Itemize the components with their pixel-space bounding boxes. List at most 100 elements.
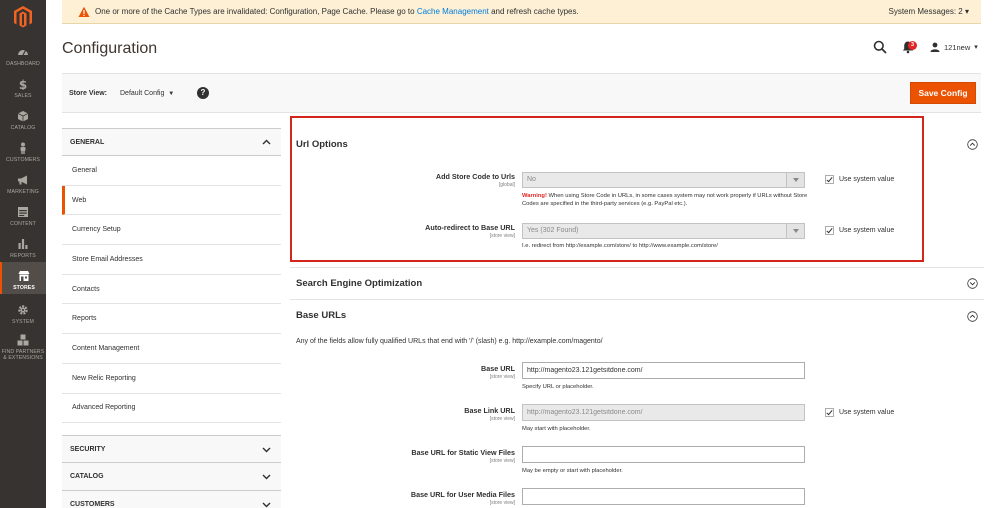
chevron-down-icon: [262, 447, 271, 453]
tab-advanced-reporting[interactable]: Advanced Reporting: [62, 393, 281, 424]
bar-chart-icon: [18, 239, 28, 249]
nav-label: Dashboard: [6, 61, 40, 67]
tab-new-relic-reporting[interactable]: New Relic Reporting: [62, 363, 281, 394]
nav-label: Marketing: [7, 189, 39, 195]
chevron-down-icon: [262, 474, 271, 480]
field-scope: [store view]: [489, 416, 515, 422]
system-messages-toggle[interactable]: System Messages: 2 ▾: [889, 7, 970, 16]
section-divider: [290, 299, 984, 300]
tab-content-management[interactable]: Content Management: [62, 334, 281, 364]
megaphone-icon: [18, 175, 27, 185]
tab-web[interactable]: Web: [62, 185, 281, 216]
static-view-url-input[interactable]: [522, 446, 805, 463]
nav-catalog[interactable]: Catalog: [0, 102, 46, 134]
store-view-label: Store View:: [69, 90, 107, 97]
highlight-box: [290, 116, 924, 262]
base-link-url-input[interactable]: [522, 404, 805, 421]
nav-label: Customers: [6, 157, 40, 163]
caret-down-icon: ▼: [168, 91, 175, 97]
field-label-auto-redirect: Auto-redirect to Base URL: [425, 223, 515, 232]
storefront-icon: [18, 271, 30, 281]
tab-group-general[interactable]: General: [62, 128, 281, 156]
nav-label: Content: [10, 221, 36, 227]
field-scope: [store view]: [489, 233, 515, 239]
nav-dashboard[interactable]: Dashboard: [0, 38, 46, 70]
dollar-icon: $: [19, 78, 27, 90]
magento-logo-icon[interactable]: [0, 0, 46, 34]
nav-find-partners[interactable]: Find Partners & Extensions: [0, 326, 46, 364]
search-icon[interactable]: [873, 40, 887, 54]
tab-reports[interactable]: Reports: [62, 304, 281, 335]
checkbox[interactable]: [825, 408, 834, 417]
section-divider: [290, 267, 984, 268]
chevron-down-icon: ▾: [974, 44, 978, 51]
store-code-warning: Warning! When using Store Code in URLs, …: [522, 193, 808, 207]
field-label-static-view: Base URL for Static View Files: [411, 448, 515, 457]
field-label-store-code: Add Store Code to Urls: [435, 172, 515, 181]
select-arrow-icon: [786, 224, 804, 238]
config-tabs: General General Web Currency Setup Store…: [62, 128, 281, 508]
static-view-url-note: May be empty or start with placeholder.: [522, 468, 623, 474]
username: 121new: [944, 42, 971, 52]
use-system-value-auto-redirect[interactable]: Use system value: [825, 226, 894, 235]
store-code-select[interactable]: No: [522, 172, 805, 188]
expand-circle-icon[interactable]: [967, 278, 978, 289]
tab-general[interactable]: General: [62, 156, 281, 186]
section-title-seo[interactable]: Search Engine Optimization: [296, 278, 422, 289]
auto-redirect-select[interactable]: Yes (302 Found): [522, 223, 805, 239]
box-icon: [17, 111, 29, 122]
tab-store-email-addresses[interactable]: Store Email Addresses: [62, 245, 281, 275]
admin-sidebar: Dashboard $ Sales Catalog Customers Mark…: [0, 0, 46, 508]
use-system-value-base-link-url[interactable]: Use system value: [825, 408, 894, 417]
field-scope: [store view]: [489, 374, 515, 380]
tab-group-customers[interactable]: Customers: [62, 491, 281, 508]
base-url-note: Specify URL or placeholder.: [522, 384, 594, 390]
checkbox[interactable]: [825, 226, 834, 235]
use-system-value-store-code[interactable]: Use system value: [825, 175, 894, 184]
checkbox[interactable]: [825, 175, 834, 184]
user-media-url-input[interactable]: [522, 488, 805, 505]
layout-icon: [18, 207, 28, 217]
base-link-url-note: May start with placeholder.: [522, 426, 591, 432]
user-icon: [930, 42, 940, 52]
nav-label: Find Partners & Extensions: [1, 349, 45, 361]
cubes-icon: [17, 334, 29, 346]
nav-label: Sales: [14, 93, 32, 99]
collapse-circle-icon[interactable]: [967, 139, 978, 150]
nav-reports[interactable]: Reports: [0, 230, 46, 262]
field-scope: [global]: [498, 182, 515, 188]
nav-label: Reports: [10, 253, 36, 259]
save-config-button[interactable]: Save Config: [910, 82, 976, 104]
section-title-base-urls[interactable]: Base URLs: [296, 310, 346, 321]
system-message-text: One or more of the Cache Types are inval…: [95, 7, 579, 16]
nav-label: Stores: [13, 285, 35, 291]
tab-currency-setup[interactable]: Currency Setup: [62, 215, 281, 246]
svg-text:$: $: [19, 78, 27, 90]
system-message-bar: One or more of the Cache Types are inval…: [62, 0, 981, 24]
nav-marketing[interactable]: Marketing: [0, 166, 46, 198]
field-label-base-link-url: Base Link URL: [464, 406, 515, 415]
nav-sales[interactable]: $ Sales: [0, 70, 46, 102]
field-scope: [store view]: [489, 500, 515, 506]
field-label-user-media: Base URL for User Media Files: [410, 490, 515, 499]
user-menu[interactable]: 121new ▾: [930, 42, 978, 52]
tab-contacts[interactable]: Contacts: [62, 274, 281, 305]
cache-management-link[interactable]: Cache Management: [417, 7, 489, 16]
tab-group-security[interactable]: Security: [62, 435, 281, 463]
nav-customers[interactable]: Customers: [0, 134, 46, 166]
section-title-url-options[interactable]: Url Options: [296, 139, 348, 150]
chevron-down-icon: ▾: [964, 7, 969, 16]
store-view-switcher[interactable]: Default Config ▼: [120, 90, 174, 97]
base-url-input[interactable]: [522, 362, 805, 379]
nav-system[interactable]: System: [0, 296, 46, 328]
tab-group-catalog[interactable]: Catalog: [62, 463, 281, 491]
base-urls-description: Any of the fields allow fully qualified …: [296, 338, 603, 345]
page-title: Configuration: [62, 40, 158, 57]
help-icon[interactable]: ?: [197, 87, 209, 99]
nav-label: System: [12, 319, 34, 325]
nav-content[interactable]: Content: [0, 198, 46, 230]
select-arrow-icon: [786, 173, 804, 187]
collapse-circle-icon[interactable]: [967, 311, 978, 322]
nav-stores[interactable]: Stores: [0, 262, 46, 294]
gear-icon: [18, 305, 28, 315]
